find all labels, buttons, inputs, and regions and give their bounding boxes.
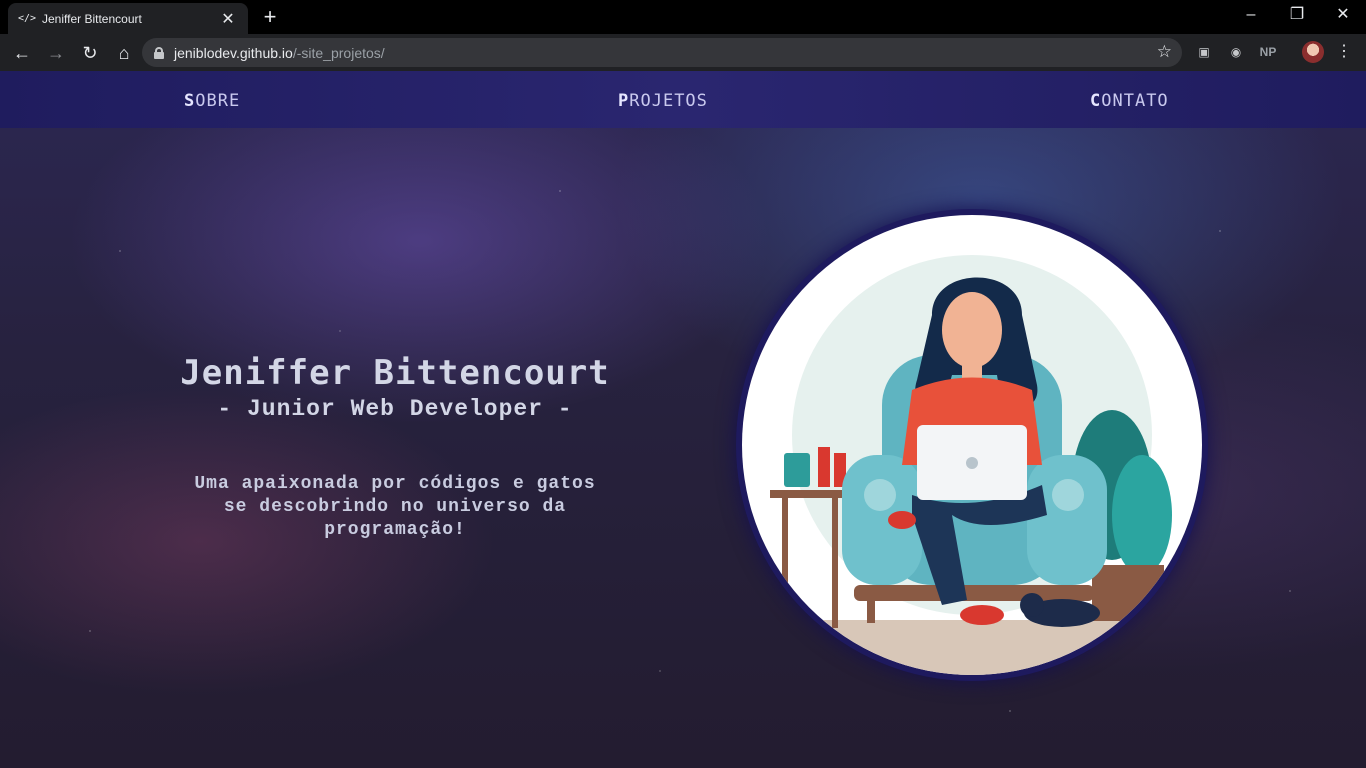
tab-strip: </> Jeniffer Bittencourt ✕ + – ❐ ✕ — [0, 0, 1366, 34]
back-icon[interactable]: ← — [6, 37, 38, 69]
browser-toolbar: ← → ↻ ⌂ jeniblodev.github.io/-site_proje… — [0, 34, 1366, 71]
forward-icon[interactable]: → — [40, 37, 72, 69]
address-bar[interactable]: jeniblodev.github.io/-site_projetos/ ☆ — [142, 38, 1182, 67]
profile-illustration — [742, 215, 1202, 675]
bookmark-star-icon[interactable]: ☆ — [1157, 42, 1172, 62]
lock-icon — [154, 46, 164, 59]
nav-link-sobre[interactable]: SOBRE — [184, 91, 240, 111]
close-window-icon[interactable]: ✕ — [1320, 0, 1366, 32]
hero-role: - Junior Web Developer - — [217, 396, 573, 422]
code-icon: </> — [18, 12, 37, 24]
extension-icon[interactable]: ▣ — [1194, 41, 1214, 63]
tab-title: Jeniffer Bittencourt — [42, 11, 142, 26]
nav-link-projetos[interactable]: PROJETOS — [618, 91, 708, 111]
hero-name: Jeniffer Bittencourt — [180, 353, 610, 393]
home-icon[interactable]: ⌂ — [108, 37, 140, 69]
restore-icon[interactable]: ❐ — [1274, 0, 1320, 32]
reload-icon[interactable]: ↻ — [74, 37, 106, 69]
woman-with-laptop-illustration — [742, 255, 1202, 675]
extension-eyes-icon[interactable]: ◉ — [1226, 41, 1246, 63]
page: SOBRE PROJETOS CONTATO Jeniffer Bittenco… — [0, 71, 1366, 768]
extension-np[interactable]: NP — [1256, 41, 1280, 63]
browser-tab[interactable]: </> Jeniffer Bittencourt ✕ — [8, 3, 248, 34]
nav-link-contato[interactable]: CONTATO — [1090, 91, 1169, 111]
profile-avatar[interactable] — [1302, 41, 1324, 63]
browser-menu-icon[interactable]: ⋮ — [1336, 41, 1352, 63]
site-nav: SOBRE PROJETOS CONTATO — [0, 71, 1366, 128]
url-host: jeniblodev.github.io — [174, 44, 293, 61]
hero-tagline: Uma apaixonada por códigos e gatos se de… — [194, 474, 596, 540]
close-tab-icon[interactable]: ✕ — [218, 9, 238, 29]
url-path: /-site_projetos/ — [292, 44, 385, 61]
minimize-icon[interactable]: – — [1228, 0, 1274, 32]
new-tab-button[interactable]: + — [258, 4, 282, 30]
